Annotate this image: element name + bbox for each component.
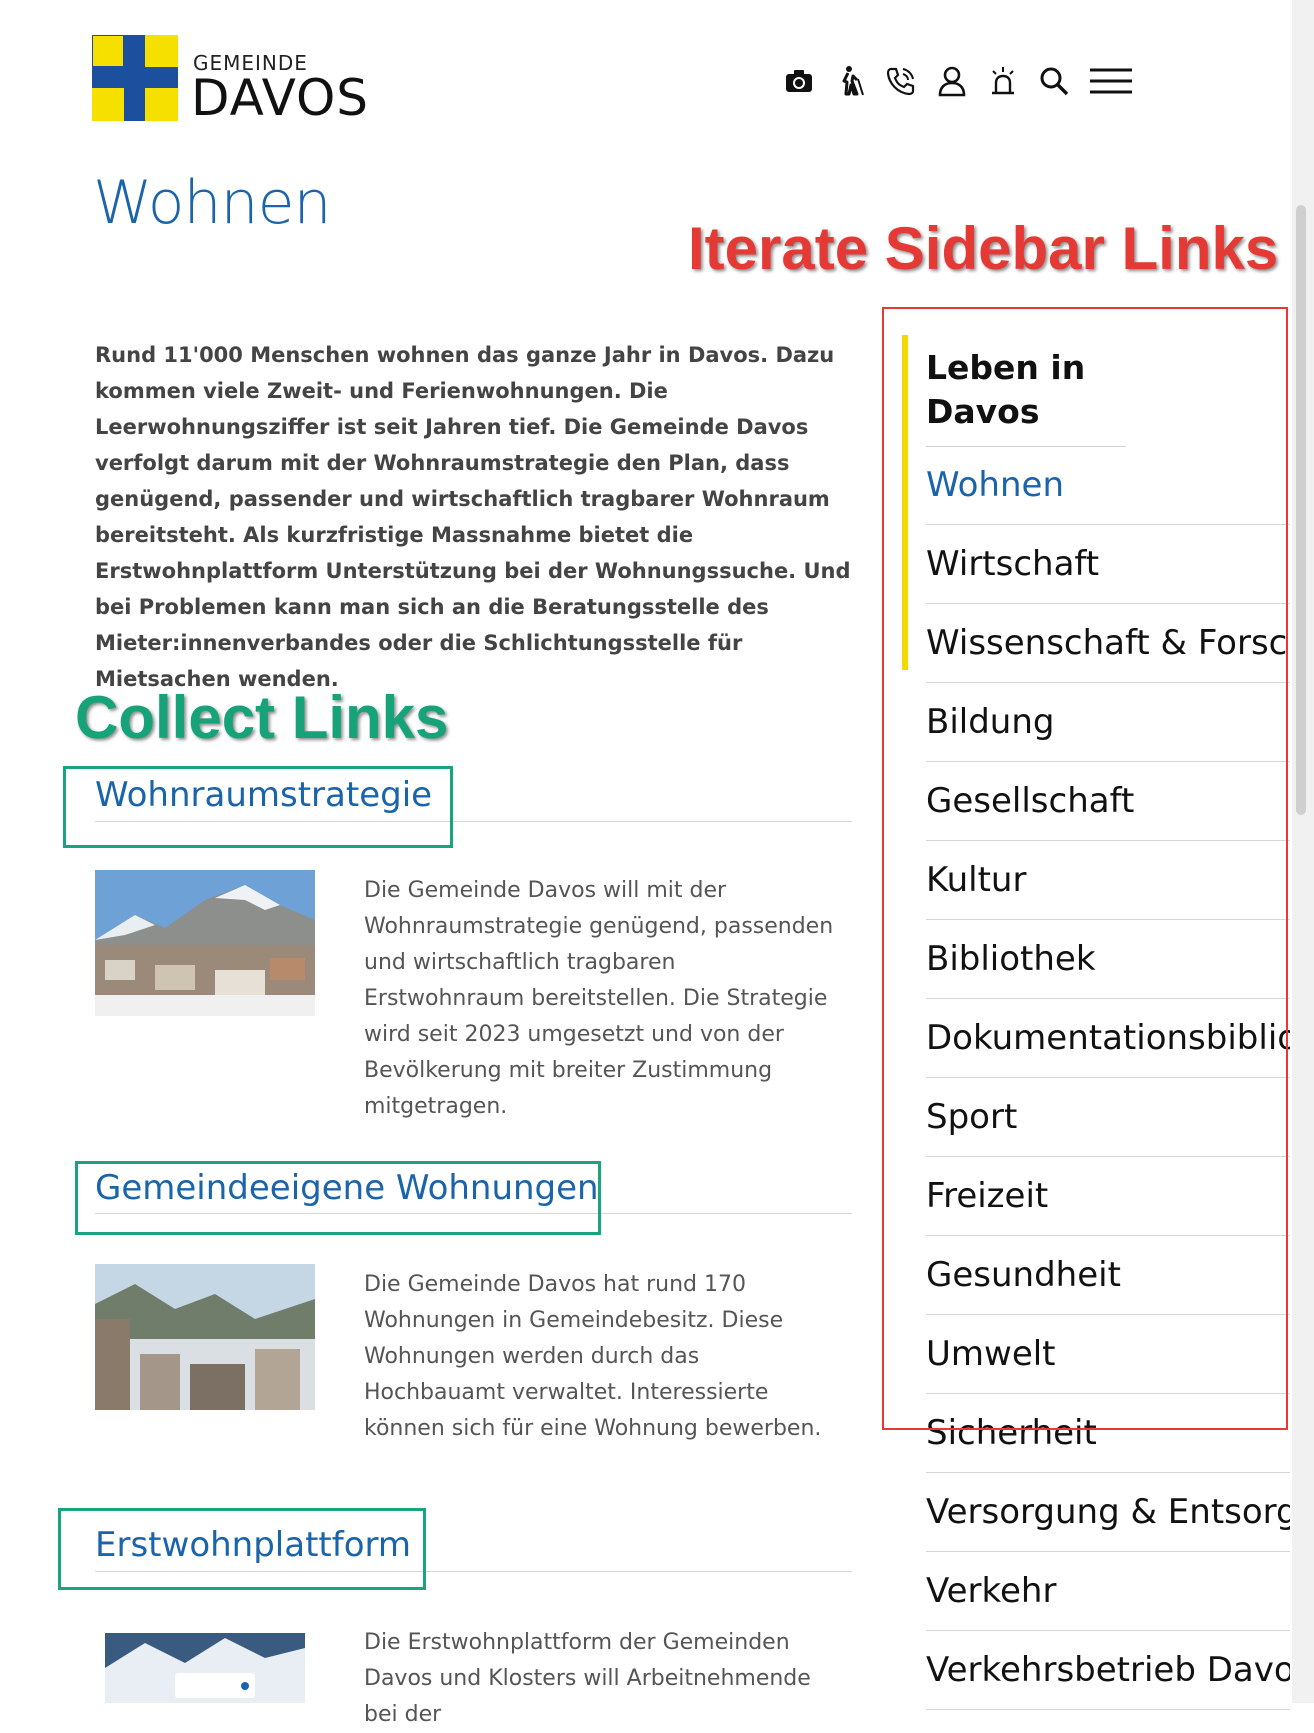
wohnraumstrategie-image[interactable]: [95, 870, 315, 1016]
gemeindeeigene-wohnungen-image[interactable]: [95, 1264, 315, 1410]
sidebar-item-verkehr[interactable]: Verkehr: [926, 1552, 1290, 1631]
section-link-gemeindeeigene-wohnungen[interactable]: Gemeindeeigene Wohnungen: [95, 1168, 599, 1208]
sidebar-item-bildung[interactable]: Bildung: [926, 683, 1290, 762]
section-header-erstwohnplattform: Erstwohnplattform: [95, 1525, 852, 1572]
erstwohnplattform-image[interactable]: [105, 1623, 305, 1703]
sidebar-item-freizeit[interactable]: Freizeit: [926, 1157, 1290, 1236]
alarm-icon[interactable]: [986, 64, 1020, 98]
section-link-wohnraumstrategie[interactable]: Wohnraumstrategie: [95, 775, 432, 815]
camera-icon[interactable]: [782, 64, 816, 98]
section-link-erstwohnplattform[interactable]: Erstwohnplattform: [95, 1525, 411, 1565]
sidebar-item-kultur[interactable]: Kultur: [926, 841, 1290, 920]
phone-icon[interactable]: [884, 64, 918, 98]
menu-icon[interactable]: [1088, 64, 1134, 98]
sidebar-item-umwelt[interactable]: Umwelt: [926, 1315, 1290, 1394]
sidebar-item-sport[interactable]: Sport: [926, 1078, 1290, 1157]
davos-logo[interactable]: GEMEINDE DAVOS: [92, 35, 392, 125]
annotation-iterate-sidebar: Iterate Sidebar Links: [688, 215, 1279, 282]
logo-title: DAVOS: [191, 69, 370, 127]
accessibility-icon[interactable]: [833, 64, 867, 98]
section-header-wohnraumstrategie: Wohnraumstrategie: [95, 775, 852, 822]
sidebar-item-sicherheit[interactable]: Sicherheit: [926, 1394, 1290, 1473]
sidebar-item-wirtschaft[interactable]: Wirtschaft: [926, 525, 1290, 604]
section-text-erstwohnplattform: Die Erstwohnplattform der Gemeinden Davo…: [364, 1630, 811, 1727]
sidebar-item-wissenschaft-forschung[interactable]: Wissenschaft & Forschung: [926, 604, 1290, 683]
sidebar-item-verkehrsbetrieb-davos[interactable]: Verkehrsbetrieb Davos: [926, 1631, 1290, 1710]
section-text-gemeindeeigene-wohnungen: Die Gemeinde Davos hat rund 170 Wohnunge…: [364, 1272, 822, 1441]
sidebar-item-wohnen[interactable]: Wohnen: [926, 446, 1290, 525]
annotation-collect-links: Collect Links: [75, 684, 449, 751]
sidebar-nav: Wohnen Wirtschaft Wissenschaft & Forschu…: [926, 446, 1290, 1710]
sidebar-item-bibliothek[interactable]: Bibliothek: [926, 920, 1290, 999]
header-toolbar: [782, 64, 1134, 98]
sidebar-item-dokumentationsbibliothek[interactable]: Dokumentationsbibliothek: [926, 999, 1290, 1078]
section-text-wohnraumstrategie: Die Gemeinde Davos will mit der Wohnraum…: [364, 878, 834, 1119]
section-header-gemeindeeigene-wohnungen: Gemeindeeigene Wohnungen: [95, 1168, 852, 1214]
sidebar-item-gesundheit[interactable]: Gesundheit: [926, 1236, 1290, 1315]
user-icon[interactable]: [935, 64, 969, 98]
sidebar-item-versorgung-entsorgung[interactable]: Versorgung & Entsorgung: [926, 1473, 1290, 1552]
scrollbar-thumb[interactable]: [1296, 205, 1306, 815]
sidebar-heading[interactable]: Leben in Davos: [926, 346, 1126, 447]
davos-flag-logo: [92, 35, 178, 121]
intro-text: Rund 11'000 Menschen wohnen das ganze Ja…: [95, 343, 851, 691]
page-title: Wohnen: [93, 168, 332, 238]
sidebar-active-indicator: [902, 335, 908, 670]
sidebar-item-gesellschaft[interactable]: Gesellschaft: [926, 762, 1290, 841]
search-icon[interactable]: [1037, 64, 1071, 98]
